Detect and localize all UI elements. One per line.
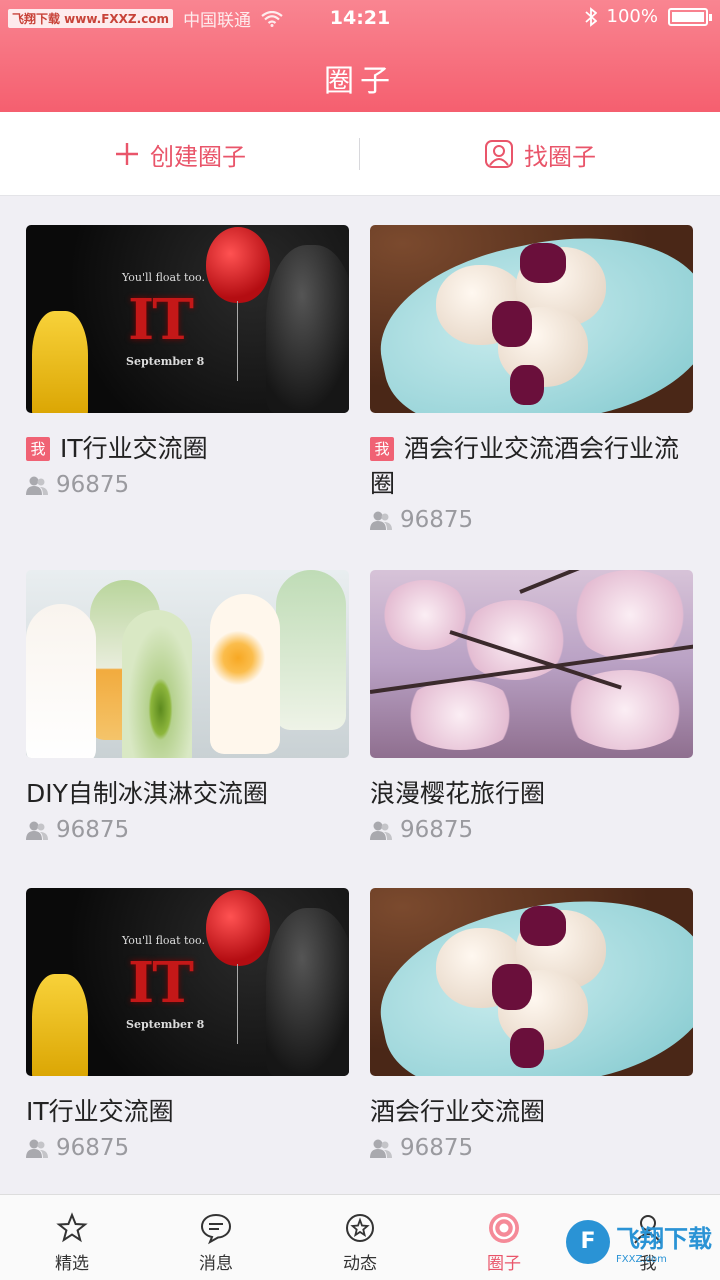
circle-icon bbox=[489, 1213, 519, 1243]
circle-cover-image bbox=[370, 225, 693, 413]
circle-name: 我 IT行业交流圈 bbox=[26, 431, 349, 466]
create-circle-button[interactable]: 创建圈子 bbox=[0, 112, 360, 196]
mine-badge: 我 bbox=[370, 437, 394, 461]
member-count: 96875 bbox=[370, 1135, 693, 1161]
battery-percent: 100% bbox=[606, 6, 658, 27]
tab-feed[interactable]: 动态 bbox=[288, 1195, 432, 1280]
circle-card[interactable]: You'll float too. IT September 8 IT行业交流圈… bbox=[26, 888, 349, 1161]
members-icon bbox=[26, 476, 48, 495]
circle-cover-image bbox=[26, 570, 349, 758]
circle-name: 我酒会行业交流酒会行业流圈 bbox=[370, 434, 680, 498]
battery-icon bbox=[668, 7, 712, 26]
feed-icon bbox=[346, 1214, 374, 1242]
page-title: 圈子 bbox=[324, 64, 396, 99]
status-bar: 飞翔下载 www.FXXZ.com 中国联通 14:21 100% bbox=[0, 0, 720, 36]
star-icon bbox=[56, 1212, 88, 1243]
member-count: 96875 bbox=[26, 817, 349, 843]
bottom-tab-bar: 精选 消息 动态 圈子 我 F 飞翔下载 FXXZ.com bbox=[0, 1194, 720, 1280]
circle-name: 浪漫樱花旅行圈 bbox=[370, 779, 546, 808]
create-circle-label: 创建圈子 bbox=[150, 142, 246, 171]
circle-cover-image: You'll float too. IT September 8 bbox=[26, 888, 349, 1076]
header: 飞翔下载 www.FXXZ.com 中国联通 14:21 100% 圈子 bbox=[0, 0, 720, 112]
find-circle-label: 找圈子 bbox=[524, 142, 596, 171]
tab-featured[interactable]: 精选 bbox=[0, 1195, 144, 1280]
circle-name: IT行业交流圈 bbox=[26, 1097, 174, 1126]
circle-cover-image bbox=[370, 570, 693, 758]
circle-card[interactable]: DIY自制冰淇淋交流圈 96875 bbox=[26, 570, 349, 843]
tab-messages[interactable]: 消息 bbox=[144, 1195, 288, 1280]
bluetooth-icon bbox=[584, 6, 597, 27]
circle-card[interactable]: 酒会行业交流圈 96875 bbox=[370, 888, 693, 1161]
member-count: 96875 bbox=[26, 1135, 349, 1161]
members-icon bbox=[26, 821, 48, 840]
circle-name: 酒会行业交流圈 bbox=[370, 1097, 546, 1126]
find-person-icon bbox=[485, 140, 513, 168]
member-count: 96875 bbox=[370, 817, 693, 843]
circle-cover-image bbox=[370, 888, 693, 1076]
circle-card[interactable]: 我酒会行业交流酒会行业流圈 96875 bbox=[370, 225, 693, 533]
mine-badge: 我 bbox=[26, 437, 50, 461]
action-bar: 创建圈子 找圈子 bbox=[0, 112, 720, 196]
circle-cover-image: You'll float too. IT September 8 bbox=[26, 225, 349, 413]
member-count: 96875 bbox=[370, 507, 693, 533]
message-icon bbox=[200, 1213, 232, 1245]
members-icon bbox=[370, 821, 392, 840]
tab-circles[interactable]: 圈子 bbox=[432, 1195, 576, 1280]
circle-card[interactable]: 浪漫樱花旅行圈 96875 bbox=[370, 570, 693, 843]
watermark-logo: F 飞翔下载 FXXZ.com bbox=[566, 1219, 712, 1265]
members-icon bbox=[370, 1139, 392, 1158]
find-circle-button[interactable]: 找圈子 bbox=[360, 112, 720, 196]
members-icon bbox=[26, 1139, 48, 1158]
plus-icon bbox=[116, 143, 138, 165]
circle-card[interactable]: You'll float too. IT September 8 我 IT行业交流… bbox=[26, 225, 349, 498]
member-count: 96875 bbox=[26, 472, 349, 498]
members-icon bbox=[370, 511, 392, 530]
circle-name: DIY自制冰淇淋交流圈 bbox=[26, 779, 268, 808]
